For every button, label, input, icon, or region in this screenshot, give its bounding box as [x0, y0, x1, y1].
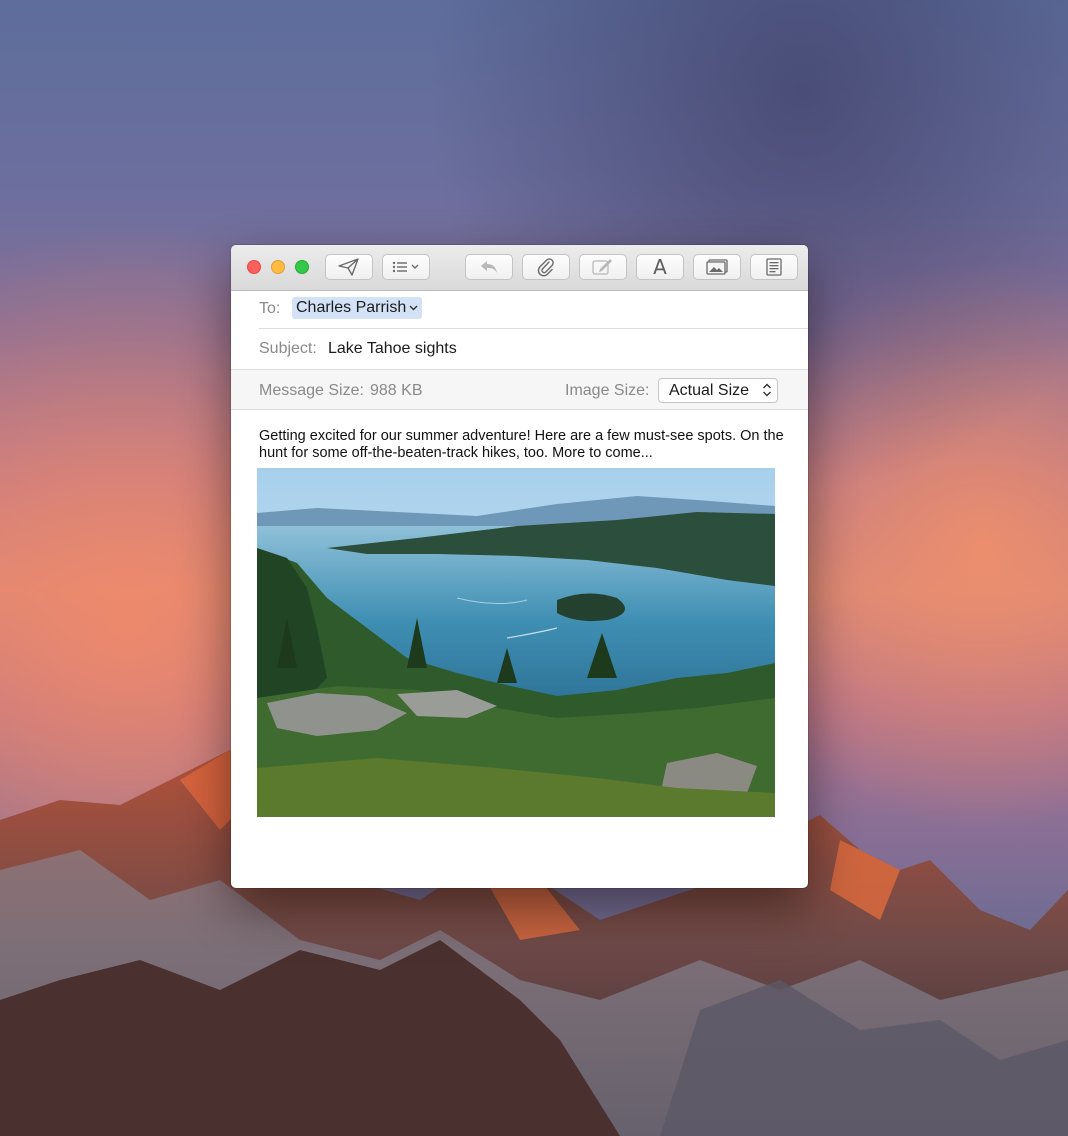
recipient-name: Charles Parrish [296, 299, 407, 316]
stationery-button[interactable] [750, 254, 798, 280]
minimize-window-button[interactable] [271, 260, 285, 274]
to-label: To: [259, 300, 281, 317]
lake-photo[interactable] [257, 468, 775, 817]
markup-button[interactable] [579, 254, 627, 280]
recipient-token[interactable]: Charles Parrish [292, 297, 423, 319]
close-window-button[interactable] [247, 260, 261, 274]
message-size-row: Message Size: 988 KB Image Size: Actual … [231, 369, 808, 410]
attach-button[interactable] [522, 254, 570, 280]
header-fields-button[interactable] [382, 254, 430, 280]
image-size-value: Actual Size [669, 381, 750, 399]
chevron-down-icon [409, 303, 418, 314]
paper-plane-icon [338, 258, 360, 276]
subject-label: Subject: [259, 340, 317, 357]
font-letter-a-icon: A [653, 255, 667, 279]
reply-arrow-icon [479, 259, 499, 275]
message-size-value: 988 KB [370, 382, 423, 399]
compose-window: A To: Charles Parrish Subject: Lake Taho… [231, 245, 808, 888]
paperclip-icon [537, 257, 555, 277]
photo-browser-button[interactable] [693, 254, 741, 280]
toolbar: A [231, 245, 808, 291]
stationery-icon [766, 258, 782, 276]
reply-button[interactable] [465, 254, 513, 280]
subject-input[interactable]: Lake Tahoe sights [328, 340, 457, 358]
photo-browser-icon [706, 259, 728, 275]
list-icon [391, 260, 421, 274]
image-size-select[interactable]: Actual Size [658, 378, 778, 403]
up-down-chevron-icon [762, 382, 772, 403]
subject-field-row[interactable]: Subject: Lake Tahoe sights [231, 329, 808, 369]
to-field-row: To: Charles Parrish [231, 291, 808, 329]
message-size-label: Message Size: [259, 382, 364, 399]
markup-icon [592, 258, 614, 276]
image-size-label: Image Size: [565, 382, 650, 399]
format-button[interactable]: A [636, 254, 684, 280]
send-button[interactable] [325, 254, 373, 280]
zoom-window-button[interactable] [295, 260, 309, 274]
message-body-text[interactable]: Getting excited for our summer adventure… [259, 428, 789, 462]
